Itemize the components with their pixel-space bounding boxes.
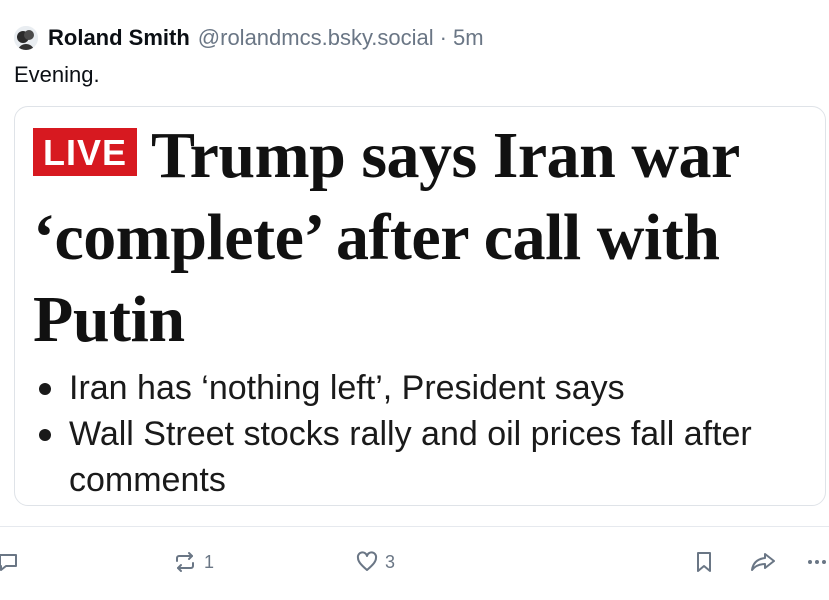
post-timestamp[interactable]: 5m	[453, 25, 484, 51]
bullet-item: Iran has ‘nothing left’, President says	[33, 365, 813, 411]
bullet-list: Iran has ‘nothing left’, President says …	[33, 365, 813, 503]
bullet-item: Wall Street stocks rally and oil prices …	[33, 411, 813, 503]
avatar-image	[14, 26, 38, 50]
author-handle[interactable]: @rolandmcs.bsky.social	[198, 25, 434, 51]
bookmark-icon	[693, 550, 715, 574]
more-icon	[806, 550, 828, 574]
embedded-image[interactable]: LIVE Trump says Iran war ‘complete’ after…	[14, 106, 826, 506]
post-text: Evening.	[14, 62, 100, 87]
bookmark-button[interactable]	[693, 544, 715, 580]
headline-text: Trump says Iran war ‘complete’ after cal…	[33, 119, 739, 356]
share-icon	[749, 550, 777, 574]
post-header: Roland Smith @rolandmcs.bsky.social · 5m	[14, 24, 484, 52]
reply-icon	[0, 550, 20, 574]
headline: LIVE Trump says Iran war ‘complete’ after…	[33, 115, 813, 361]
live-badge: LIVE	[33, 128, 138, 176]
share-button[interactable]	[749, 544, 777, 580]
divider	[0, 526, 829, 527]
post-card[interactable]: Roland Smith @rolandmcs.bsky.social · 5m…	[0, 0, 829, 600]
reply-button[interactable]	[0, 544, 20, 580]
more-button[interactable]	[806, 544, 828, 580]
like-count: 3	[385, 551, 396, 572]
author-name[interactable]: Roland Smith	[48, 25, 190, 51]
repost-count: 1	[204, 551, 215, 572]
repost-button[interactable]: 1	[172, 544, 214, 580]
repost-icon	[172, 550, 198, 574]
heart-icon	[355, 550, 379, 574]
separator-dot: ·	[439, 25, 447, 50]
like-button[interactable]: 3	[355, 544, 395, 580]
avatar[interactable]	[14, 26, 38, 50]
post-actions: 1 3	[0, 544, 829, 580]
